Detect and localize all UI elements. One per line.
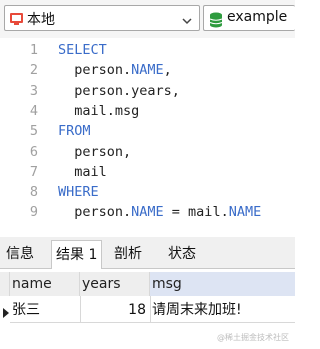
code-text[interactable]: mail [58, 162, 107, 182]
line-number: 4 [29, 102, 38, 119]
code-text[interactable]: WHERE [58, 182, 99, 202]
cell-name[interactable]: 张三 [12, 298, 80, 322]
column-header-years[interactable]: years [80, 272, 150, 296]
sql-editor[interactable]: 1 SELECT 2 person.NAME, 3 person.years, 4 ma… [0, 38, 295, 230]
column-header-msg[interactable]: msg [150, 272, 295, 296]
tab-info[interactable]: 信息 [6, 240, 34, 269]
sql-keyword: WHERE [58, 184, 99, 201]
sql-keyword: NAME [131, 204, 164, 221]
code-text[interactable]: SELECT [58, 40, 107, 60]
database-select[interactable]: example [203, 5, 295, 31]
cell-years[interactable]: 18 [80, 298, 146, 322]
line-number: 2 [29, 62, 38, 79]
code-token: person. [58, 62, 132, 79]
database-icon [208, 11, 224, 33]
toolbar: 本地 example [0, 0, 295, 38]
line-number: 3 [29, 82, 38, 99]
code-text[interactable]: person.years, [58, 81, 180, 101]
line-number: 1 [29, 42, 38, 58]
sql-keyword: FROM [58, 123, 91, 140]
watermark: @稀土掘金技术社区 [217, 333, 289, 342]
sql-keyword: SELECT [58, 42, 107, 58]
code-text[interactable]: person, [58, 142, 131, 162]
code-text[interactable]: mail.msg [58, 101, 139, 121]
sql-keyword: NAME [228, 204, 262, 221]
connection-select[interactable]: 本地 [4, 5, 200, 31]
code-text[interactable]: FROM [58, 121, 91, 141]
column-header-years-label: years [82, 276, 121, 292]
code-token: person, [58, 143, 132, 160]
result-tabs: 信息 结果 1 剖析 状态 [0, 237, 295, 270]
code-token: mail [58, 163, 107, 180]
tab-result-1[interactable]: 结果 1 [51, 240, 103, 270]
tab-result-1-label: 结果 1 [56, 247, 98, 263]
connection-label: 本地 [27, 12, 55, 28]
editor-line[interactable]: 8 WHERE [0, 182, 295, 202]
column-header-name-label: name [12, 276, 52, 292]
editor-line[interactable]: 4 mail.msg [0, 101, 295, 121]
current-row-marker-icon [2, 303, 10, 322]
code-text[interactable]: person.NAME = mail.NAME [58, 202, 261, 222]
editor-line[interactable]: 5 FROM [0, 121, 295, 141]
grid-divider [80, 296, 81, 322]
column-header-msg-label: msg [152, 276, 182, 292]
cell-msg[interactable]: 请周末来加班! [152, 298, 292, 322]
editor-line[interactable]: 3 person.years, [0, 81, 295, 101]
code-token: , [163, 62, 172, 79]
code-token: person.years, [58, 82, 180, 99]
editor-line[interactable]: 2 person.NAME, [0, 60, 295, 80]
editor-line[interactable]: 7 mail [0, 162, 295, 182]
line-number: 8 [29, 184, 38, 201]
tab-status-label: 状态 [168, 246, 196, 262]
sql-keyword: NAME [131, 62, 164, 79]
connection-icon [9, 11, 25, 31]
column-header-name[interactable]: name [10, 272, 80, 296]
editor-line[interactable]: 1 SELECT [0, 40, 295, 60]
tab-profile[interactable]: 剖析 [114, 240, 142, 269]
chevron-down-icon [181, 12, 193, 31]
line-number: 5 [29, 123, 38, 140]
line-number: 6 [29, 143, 38, 160]
code-token: person. [58, 204, 132, 221]
code-token: = mail. [163, 204, 229, 221]
grid-divider [10, 322, 295, 323]
tab-profile-label: 剖析 [114, 246, 142, 262]
row-header-corner [0, 272, 10, 296]
tab-status[interactable]: 状态 [168, 240, 196, 269]
code-token: mail.msg [58, 102, 140, 119]
editor-line[interactable]: 6 person, [0, 142, 295, 162]
result-grid[interactable]: name years msg 张三 18 请周末来加班! @稀土掘金技术社区 [0, 269, 295, 349]
code-text[interactable]: person.NAME, [58, 60, 172, 80]
grid-divider [150, 296, 151, 322]
tab-info-label: 信息 [6, 246, 34, 262]
line-number: 7 [29, 163, 38, 180]
editor-line[interactable]: 9 person.NAME = mail.NAME [0, 202, 295, 222]
line-number: 9 [29, 204, 38, 221]
database-label: example [227, 9, 288, 25]
